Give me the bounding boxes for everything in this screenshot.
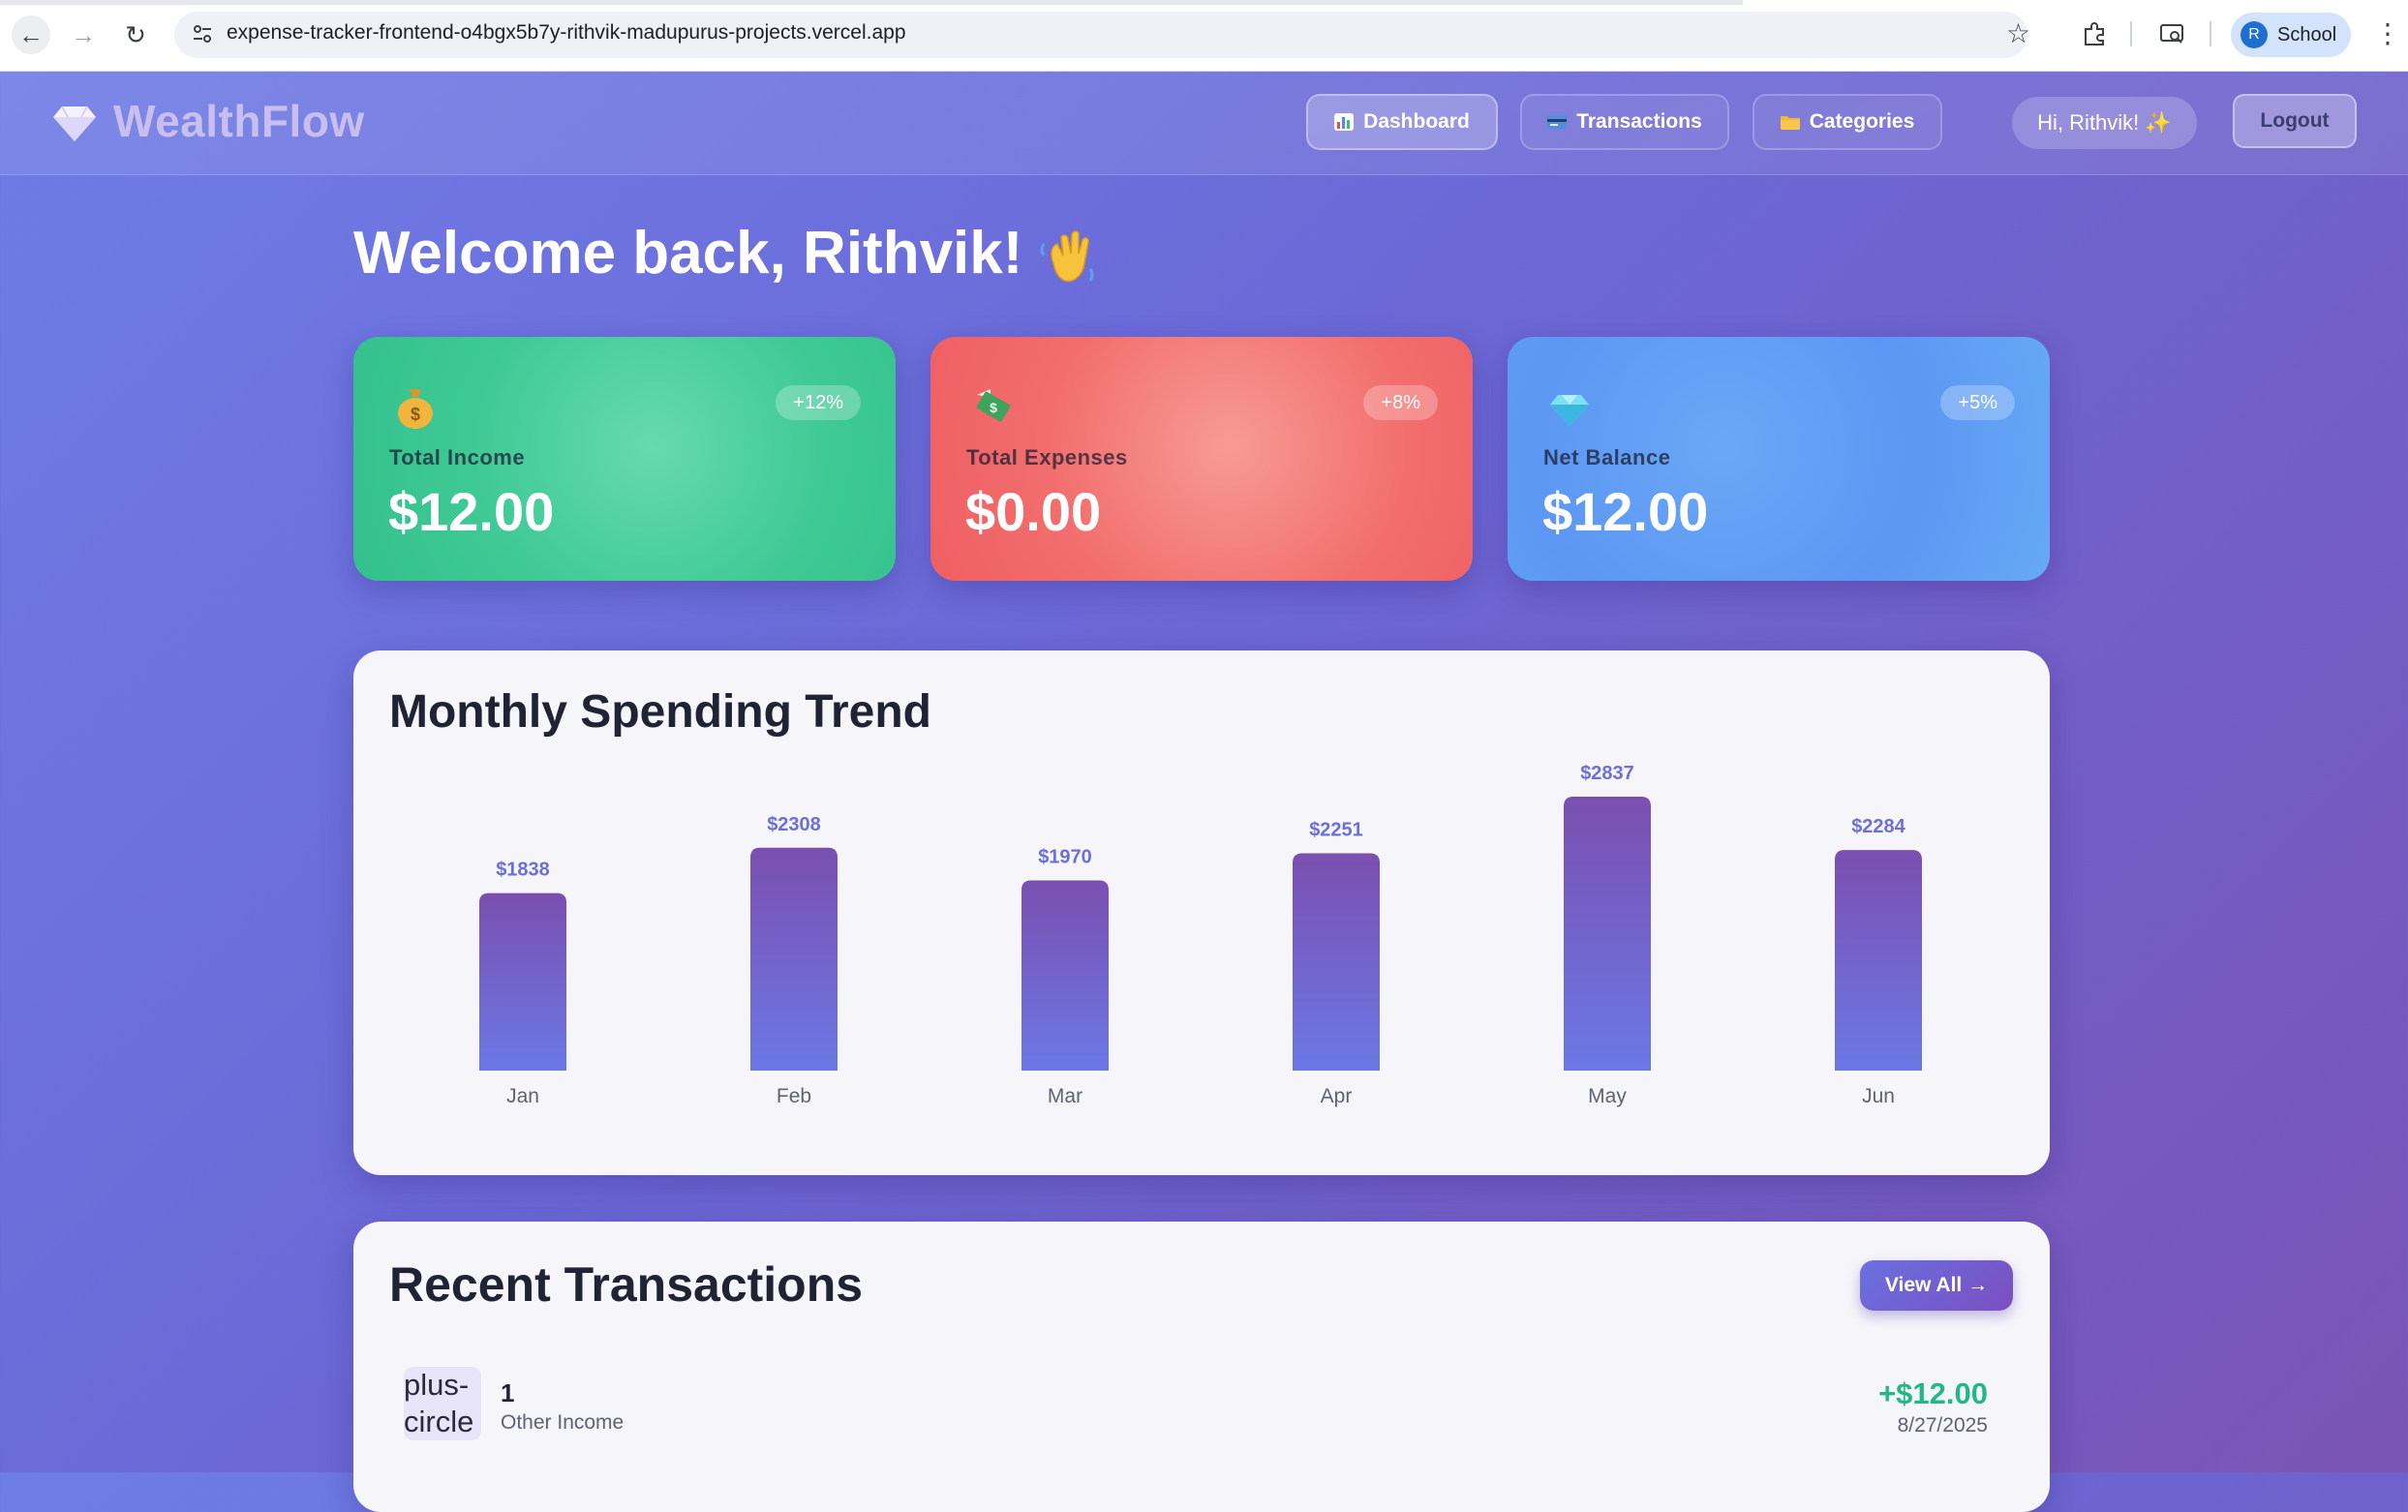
waving-hand-icon: [1040, 230, 1094, 283]
chart-title: Monthly Spending Trend: [389, 686, 931, 738]
income-card: $ +12% Total Income $12.00: [353, 337, 896, 581]
svg-text:$: $: [990, 400, 997, 415]
chart-category-label: Jun: [1862, 1085, 1895, 1107]
money-bag-icon: $: [398, 389, 433, 429]
credit-card-icon: [1547, 115, 1568, 129]
spending-chart-card: $1838 Jan $2308 Feb $1970 Mar $2251 Apr $2837 May…: [353, 650, 2050, 1175]
toolbar-separator: [2210, 21, 2211, 46]
loading-bar: [0, 0, 1743, 5]
url-text[interactable]: expense-tracker-frontend-o4bgx5b7y-rithv…: [227, 21, 906, 45]
chart-bar-apr: [1293, 853, 1380, 1071]
money-with-wings-icon: $: [976, 389, 1011, 422]
tab-label: Dashboard: [1363, 110, 1470, 133]
chart-bar-may: [1564, 797, 1651, 1071]
chart-value-label: $1838: [496, 860, 550, 881]
chart-category-label: Feb: [777, 1085, 811, 1107]
profile-name: School: [2277, 24, 2337, 45]
reload-icon[interactable]: ↻: [116, 15, 155, 54]
transaction-amount: +$12.00: [1878, 1376, 1988, 1410]
logout-button[interactable]: Logout: [2233, 94, 2357, 148]
chart-bar-jan: [479, 892, 566, 1071]
browser-toolbar: ← → ↻ expense-tracker-frontend-o4bgx5b7y…: [0, 0, 2408, 72]
chart-value-label: $2284: [1851, 816, 1905, 837]
avatar: R: [2240, 21, 2268, 48]
transaction-name: 1: [501, 1378, 515, 1407]
site-settings-icon[interactable]: [192, 23, 213, 45]
change-badge: +5%: [1940, 385, 2015, 420]
bar-chart-icon: [1334, 113, 1355, 131]
recent-transactions-card: Recent Transactions View All → plus-circ…: [353, 1222, 2050, 1512]
chart-bar-mar: [1021, 880, 1109, 1071]
chart-value-label: $2308: [767, 814, 821, 835]
change-badge: +8%: [1363, 385, 1438, 420]
stat-value: $0.00: [965, 481, 1102, 542]
media-search-icon[interactable]: [2159, 21, 2184, 46]
stat-value: $12.00: [388, 481, 555, 542]
chart-category-label: May: [1588, 1085, 1627, 1107]
transaction-category: Other Income: [501, 1411, 625, 1434]
forward-arrow-icon[interactable]: →: [64, 15, 103, 54]
chart-bar-feb: [750, 847, 838, 1071]
folder-icon: [1780, 116, 1800, 130]
stat-label: Total Expenses: [966, 445, 1128, 469]
gem-icon: [1550, 395, 1589, 426]
chart-category-label: Mar: [1048, 1085, 1082, 1107]
section-title: Recent Transactions: [389, 1257, 864, 1312]
balance-card: +5% Net Balance $12.00: [1508, 337, 2050, 581]
expense-card: $ +8% Total Expenses $0.00: [930, 337, 1473, 581]
stat-label: Net Balance: [1543, 445, 1671, 469]
extensions-puzzle-icon[interactable]: [2082, 21, 2107, 46]
more-menu-icon[interactable]: ⋮: [2374, 17, 2401, 49]
diamond-logo-icon: [53, 106, 96, 141]
chart-value-label: $1970: [1038, 846, 1092, 867]
transaction-date: 8/27/2025: [1897, 1414, 1988, 1436]
app-logo[interactable]: WealthFlow: [113, 95, 365, 147]
change-badge: +12%: [776, 385, 861, 420]
profile-button[interactable]: R School: [2231, 13, 2351, 57]
chart-bar-jun: [1835, 850, 1922, 1071]
tab-transactions[interactable]: Transactions: [1520, 94, 1729, 150]
tab-categories[interactable]: Categories: [1753, 94, 1942, 150]
back-arrow-icon[interactable]: ←: [12, 15, 50, 54]
bookmark-star-icon[interactable]: ☆: [2006, 17, 2030, 49]
greeting-badge: Hi, Rithvik! ✨: [2012, 97, 2197, 149]
tab-label: Categories: [1809, 110, 1915, 133]
stat-value: $12.00: [1542, 481, 1709, 542]
page-title: Welcome back, Rithvik!: [353, 220, 1023, 287]
chart-category-label: Apr: [1321, 1085, 1353, 1107]
tab-dashboard[interactable]: Dashboard: [1306, 94, 1498, 150]
toolbar-separator: [2130, 21, 2132, 46]
tab-label: Transactions: [1576, 110, 1702, 133]
chart-value-label: $2837: [1580, 763, 1634, 784]
chart-category-label: Jan: [506, 1085, 539, 1107]
plus-circle-icon: plus-circle: [404, 1367, 481, 1440]
view-all-button[interactable]: View All →: [1860, 1260, 2013, 1311]
transaction-row[interactable]: plus-circle 1 Other Income +$12.00 8/27/…: [353, 1367, 2050, 1473]
svg-text:$: $: [411, 405, 420, 424]
stat-label: Total Income: [389, 445, 526, 469]
chart-value-label: $2251: [1309, 819, 1363, 840]
